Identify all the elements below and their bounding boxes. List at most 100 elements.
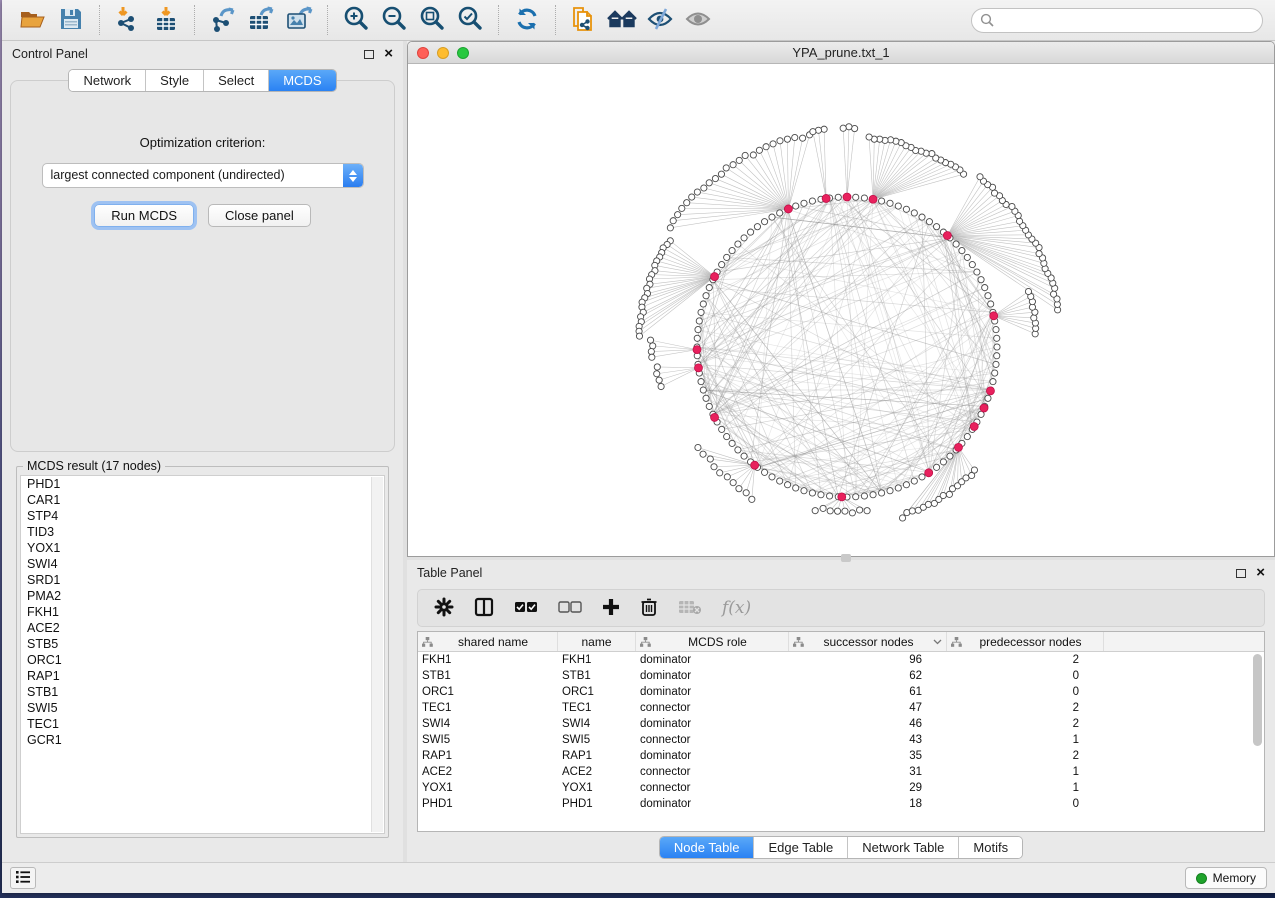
import-network-button[interactable] <box>109 3 147 37</box>
table-row[interactable]: SWI5SWI5connector431 <box>418 732 1264 748</box>
splitter-grip-icon <box>841 554 851 562</box>
float-table-panel-icon[interactable] <box>1236 569 1246 578</box>
table-row[interactable]: FKH1FKH1dominator962 <box>418 652 1264 668</box>
tab-network[interactable]: Network <box>69 70 146 91</box>
delete-column-icon[interactable] <box>640 597 658 620</box>
mcds-result-item[interactable]: TEC1 <box>21 716 384 732</box>
memory-button[interactable]: Memory <box>1185 867 1267 889</box>
hide-eye-icon <box>646 7 674 34</box>
home-button[interactable] <box>603 3 641 37</box>
minimize-window-icon[interactable] <box>437 47 449 59</box>
add-column-icon[interactable] <box>602 598 620 619</box>
tab-motifs[interactable]: Motifs <box>959 837 1022 858</box>
horizontal-splitter[interactable] <box>407 557 1275 560</box>
table-cell: 47 <box>789 702 947 714</box>
table-cell: FKH1 <box>558 654 636 666</box>
export-image-button[interactable] <box>280 3 318 37</box>
mcds-result-item[interactable]: SWI5 <box>21 700 384 716</box>
mcds-list-scrollbar[interactable] <box>371 477 383 832</box>
zoom-out-button[interactable] <box>375 3 413 37</box>
table-cell: STB1 <box>558 670 636 682</box>
close-table-panel-icon[interactable]: × <box>1256 568 1265 578</box>
control-panel-title: Control Panel <box>12 47 88 61</box>
mcds-result-item[interactable]: ACE2 <box>21 620 384 636</box>
tab-edge-table[interactable]: Edge Table <box>754 837 848 858</box>
close-panel-button[interactable]: Close panel <box>208 204 311 227</box>
mcds-result-item[interactable]: STB1 <box>21 684 384 700</box>
table-body[interactable]: FKH1FKH1dominator962STB1STB1dominator620… <box>418 652 1264 812</box>
table-row[interactable]: YOX1YOX1connector291 <box>418 780 1264 796</box>
column-header-shared-name[interactable]: shared name <box>418 632 558 651</box>
table-row[interactable]: STB1STB1dominator620 <box>418 668 1264 684</box>
network-from-file-button[interactable] <box>565 3 603 37</box>
mcds-result-item[interactable]: SWI4 <box>21 556 384 572</box>
table-cell: ORC1 <box>558 686 636 698</box>
table-row[interactable]: SWI4SWI4dominator462 <box>418 716 1264 732</box>
columns-icon[interactable] <box>474 597 494 620</box>
criterion-dropdown[interactable]: largest connected component (undirected) <box>42 163 364 188</box>
network-window-titlebar[interactable]: YPA_prune.txt_1 <box>408 42 1274 64</box>
deselect-all-icon[interactable] <box>558 600 582 617</box>
memory-label: Memory <box>1213 871 1256 885</box>
mcds-result-item[interactable]: PHD1 <box>21 476 384 492</box>
network-graph[interactable] <box>408 64 1274 556</box>
table-row[interactable]: ORC1ORC1dominator610 <box>418 684 1264 700</box>
mcds-result-item[interactable]: PMA2 <box>21 588 384 604</box>
mcds-result-item[interactable]: YOX1 <box>21 540 384 556</box>
table-cell: 46 <box>789 718 947 730</box>
mcds-result-list[interactable]: PHD1CAR1STP4TID3YOX1SWI4SRD1PMA2FKH1ACE2… <box>20 475 385 834</box>
close-window-icon[interactable] <box>417 47 429 59</box>
zoom-in-button[interactable] <box>337 3 375 37</box>
tab-mcds[interactable]: MCDS <box>269 70 335 91</box>
tab-style[interactable]: Style <box>146 70 204 91</box>
show-eye-button[interactable] <box>679 3 717 37</box>
refresh-layout-button[interactable] <box>508 3 546 37</box>
hide-eye-button[interactable] <box>641 3 679 37</box>
maximize-window-icon[interactable] <box>457 47 469 59</box>
mcds-result-item[interactable]: STB5 <box>21 636 384 652</box>
export-network-button[interactable] <box>204 3 242 37</box>
export-table-button[interactable] <box>242 3 280 37</box>
tab-select[interactable]: Select <box>204 70 269 91</box>
save-session-button[interactable] <box>52 3 90 37</box>
column-header-successor-nodes[interactable]: successor nodes <box>789 632 947 651</box>
table-row[interactable]: ACE2ACE2connector311 <box>418 764 1264 780</box>
status-bar: Memory <box>2 862 1275 893</box>
zoom-fit-button[interactable] <box>413 3 451 37</box>
table-row[interactable]: RAP1RAP1dominator352 <box>418 748 1264 764</box>
task-history-button[interactable] <box>10 867 36 889</box>
table-cell: connector <box>636 702 789 714</box>
mcds-result-item[interactable]: ORC1 <box>21 652 384 668</box>
zoom-fit-icon <box>419 5 446 35</box>
mcds-result-item[interactable]: RAP1 <box>21 668 384 684</box>
import-table-button[interactable] <box>147 3 185 37</box>
mcds-result-item[interactable]: STP4 <box>21 508 384 524</box>
tab-node-table[interactable]: Node Table <box>660 837 755 858</box>
table-row[interactable]: TEC1TEC1connector472 <box>418 700 1264 716</box>
mcds-result-item[interactable]: TID3 <box>21 524 384 540</box>
float-panel-icon[interactable] <box>364 50 374 59</box>
mcds-result-item[interactable]: SRD1 <box>21 572 384 588</box>
mcds-result-item[interactable]: CAR1 <box>21 492 384 508</box>
table-cell: connector <box>636 766 789 778</box>
table-cell: dominator <box>636 718 789 730</box>
select-all-icon[interactable] <box>514 600 538 617</box>
close-panel-icon[interactable]: × <box>384 49 393 59</box>
column-header-predecessor-nodes[interactable]: predecessor nodes <box>947 632 1104 651</box>
run-mcds-button[interactable]: Run MCDS <box>94 204 194 227</box>
table-row[interactable]: PHD1PHD1dominator180 <box>418 796 1264 812</box>
column-header-name[interactable]: name <box>558 632 636 651</box>
table-scrollbar[interactable] <box>1253 654 1262 746</box>
network-canvas[interactable] <box>408 64 1274 556</box>
open-session-button[interactable] <box>14 3 52 37</box>
mcds-result-item[interactable]: GCR1 <box>21 732 384 748</box>
mcds-result-item[interactable]: FKH1 <box>21 604 384 620</box>
column-header-label: shared name <box>458 635 528 649</box>
tab-network-table[interactable]: Network Table <box>848 837 959 858</box>
gear-icon[interactable] <box>434 597 454 620</box>
table-cell: YOX1 <box>558 782 636 794</box>
node-table[interactable]: shared name nameMCDS rolesuccessor nodesp… <box>417 631 1265 832</box>
zoom-selected-button[interactable] <box>451 3 489 37</box>
column-header-MCDS-role[interactable]: MCDS role <box>636 632 789 651</box>
search-input[interactable] <box>971 8 1263 33</box>
